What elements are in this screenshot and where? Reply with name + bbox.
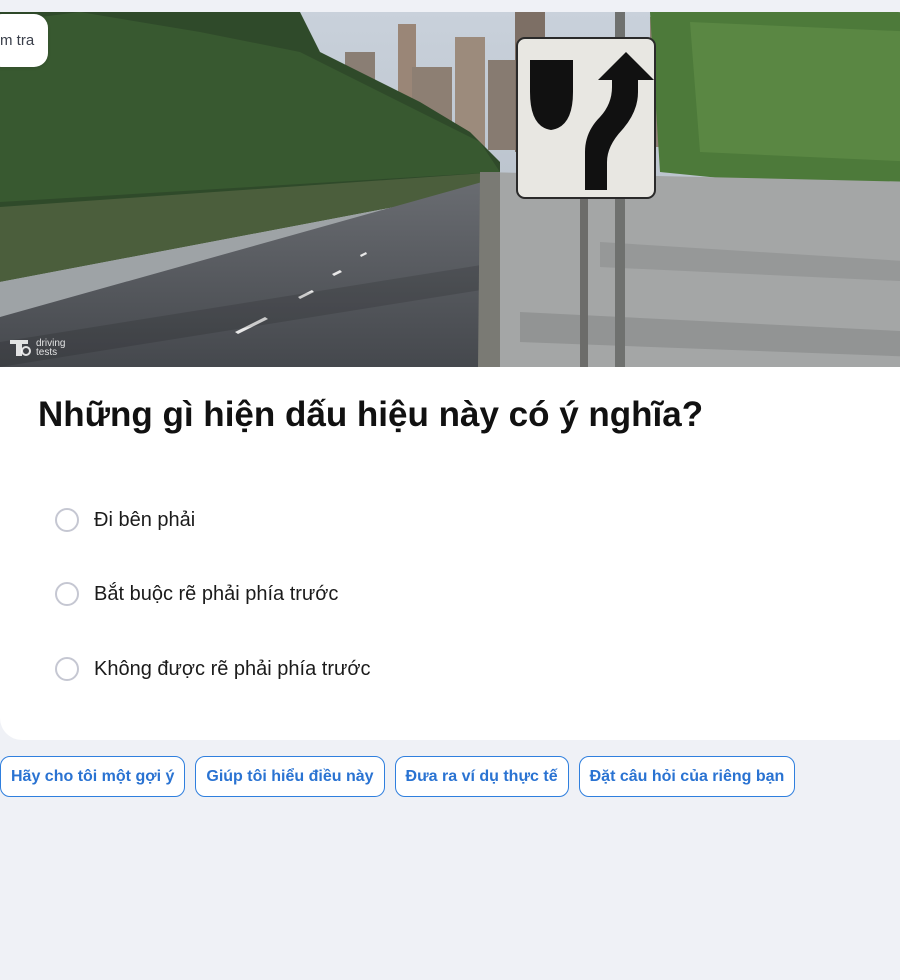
- test-tag[interactable]: m tra: [0, 14, 49, 67]
- question-text: Những gì hiện dấu hiệu này có ý nghĩa?: [38, 395, 704, 434]
- answer-option-label: Đi bên phải: [94, 508, 196, 531]
- driving-tests-logo-icon: [10, 340, 31, 356]
- answer-option-label: Không được rẽ phải phía trước: [94, 657, 371, 680]
- radio-button[interactable]: [55, 582, 79, 606]
- answer-option-3[interactable]: Không được rẽ phải phía trước: [55, 657, 370, 681]
- brand-logo: driving tests: [8, 337, 76, 359]
- hint-button[interactable]: Hãy cho tôi một gợi ý: [0, 756, 186, 797]
- ask-question-button[interactable]: Đặt câu hỏi của riêng bạn: [578, 756, 796, 797]
- radio-button[interactable]: [55, 508, 79, 532]
- real-example-button[interactable]: Đưa ra ví dụ thực tế: [394, 756, 569, 797]
- answer-option-2[interactable]: Bắt buộc rẽ phải phía trước: [55, 582, 338, 606]
- radio-button[interactable]: [55, 657, 79, 681]
- question-image: driving tests: [0, 12, 900, 367]
- answer-option-label: Bắt buộc rẽ phải phía trước: [94, 582, 339, 605]
- brand-text: driving tests: [36, 338, 66, 358]
- question-card: driving tests m tra: [0, 12, 900, 740]
- street-scene-image: [0, 12, 900, 367]
- assist-chips: Hãy cho tôi một gợi ý Giúp tôi hiểu điều…: [0, 756, 796, 797]
- test-tag-label: m tra: [0, 32, 35, 49]
- explain-button[interactable]: Giúp tôi hiểu điều này: [195, 756, 385, 797]
- answer-option-1[interactable]: Đi bên phải: [55, 508, 195, 532]
